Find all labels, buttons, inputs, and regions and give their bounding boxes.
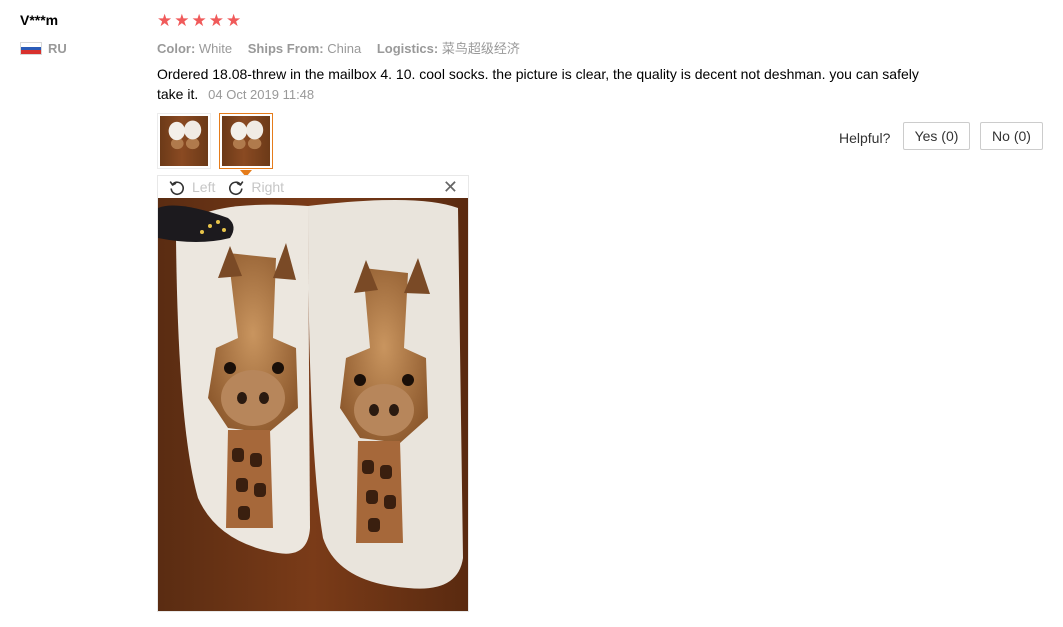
giraffe-socks-photo bbox=[158, 198, 468, 611]
logistics-value: 菜鸟超级经济 bbox=[441, 42, 520, 57]
star-icon: ★ bbox=[157, 11, 173, 30]
color-label: Color: bbox=[157, 41, 196, 56]
review-date: 04 Oct 2019 11:48 bbox=[208, 87, 315, 102]
review-content: Ordered 18.08-threw in the mailbox 4. 10… bbox=[157, 64, 937, 105]
review-photo bbox=[158, 198, 468, 611]
color-value: White bbox=[198, 41, 233, 56]
star-icon: ★ bbox=[208, 11, 224, 30]
star-icon: ★ bbox=[226, 11, 242, 30]
review-card: V***m RU ★ ★ ★ ★ ★ Color: White Ships Fr… bbox=[0, 0, 1063, 627]
helpful-yes-button[interactable]: Yes (0) bbox=[903, 122, 970, 150]
country-code: RU bbox=[48, 41, 67, 56]
order-attributes: Color: White Ships From: China Logistics… bbox=[157, 38, 532, 57]
helpful-label: Helpful? bbox=[839, 130, 891, 146]
photo-thumbnails bbox=[157, 113, 273, 169]
close-icon[interactable]: ✕ bbox=[443, 178, 458, 196]
ships-from-label: Ships From: bbox=[247, 41, 324, 56]
thumbnail-image bbox=[222, 116, 270, 166]
star-icon: ★ bbox=[174, 11, 190, 30]
rotate-left-label: Left bbox=[192, 179, 216, 195]
rotate-right-icon bbox=[229, 181, 244, 195]
logistics-label: Logistics: bbox=[376, 41, 439, 56]
helpful-no-button[interactable]: No (0) bbox=[980, 122, 1043, 150]
rotate-left-icon bbox=[169, 181, 184, 195]
photo-viewer: Left Right ✕ bbox=[157, 175, 469, 612]
rotate-left-button[interactable]: Left bbox=[168, 178, 215, 196]
reviewer-name: V***m bbox=[20, 12, 59, 28]
russia-flag-icon bbox=[20, 42, 42, 55]
photo-thumbnail-1[interactable] bbox=[157, 113, 211, 169]
rotate-right-button[interactable]: Right bbox=[227, 178, 284, 196]
rotate-right-label: Right bbox=[251, 179, 285, 195]
viewer-toolbar: Left Right ✕ bbox=[158, 176, 468, 198]
star-icon: ★ bbox=[191, 11, 207, 30]
star-rating: ★ ★ ★ ★ ★ bbox=[157, 11, 241, 31]
reviewer-country: RU bbox=[20, 41, 67, 56]
ships-from-value: China bbox=[327, 41, 362, 56]
thumbnail-image bbox=[160, 116, 208, 166]
photo-thumbnail-2[interactable] bbox=[219, 113, 273, 169]
